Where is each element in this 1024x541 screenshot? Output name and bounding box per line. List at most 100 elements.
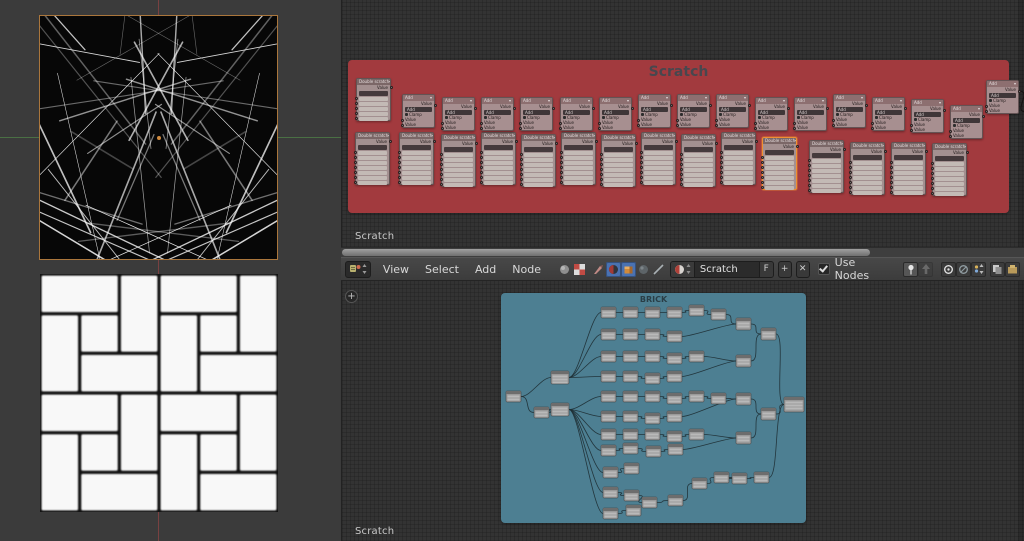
node-socket[interactable] <box>890 161 893 164</box>
node-socket[interactable] <box>480 171 483 174</box>
mini-node[interactable] <box>666 306 683 319</box>
viewport-3d[interactable] <box>0 0 341 541</box>
node-socket[interactable] <box>761 161 764 164</box>
node-socket[interactable] <box>720 181 723 184</box>
node-socket[interactable] <box>441 122 444 125</box>
math-add-node[interactable]: Add ▾ Value Add Clamp Value Value <box>480 97 516 131</box>
node-socket[interactable] <box>949 135 952 138</box>
node-socket[interactable] <box>600 183 603 186</box>
mini-node[interactable] <box>602 507 619 520</box>
node-socket[interactable] <box>680 163 683 166</box>
ghost-icon[interactable] <box>956 261 971 277</box>
mini-node[interactable] <box>644 306 661 319</box>
mini-node[interactable] <box>760 327 777 341</box>
node-socket[interactable] <box>931 172 934 175</box>
mini-node[interactable] <box>644 328 661 341</box>
mini-node[interactable] <box>600 390 617 403</box>
editor-type-button[interactable] <box>345 260 371 278</box>
node-socket[interactable] <box>640 181 643 184</box>
unlink-texture-button[interactable]: ✕ <box>795 260 810 278</box>
line-style-icon[interactable] <box>651 262 666 277</box>
node-socket[interactable] <box>826 107 829 110</box>
mini-node[interactable] <box>623 489 640 502</box>
node-socket[interactable] <box>600 178 603 181</box>
node-socket[interactable] <box>640 161 643 164</box>
node-socket[interactable] <box>513 107 516 110</box>
node-socket[interactable] <box>931 167 934 170</box>
node-socket[interactable] <box>680 183 683 186</box>
mini-node[interactable] <box>600 350 617 363</box>
brush-icon[interactable] <box>591 262 606 277</box>
mini-node[interactable] <box>622 328 639 341</box>
node-socket[interactable] <box>354 161 357 164</box>
math-add-node[interactable]: Add ▾ Value Add Clamp Value Value <box>715 94 751 128</box>
node-editor-bottom[interactable]: + BRICK Scratch <box>341 281 1024 541</box>
node-socket[interactable] <box>1018 90 1021 93</box>
node-socket[interactable] <box>475 142 478 145</box>
node-socket[interactable] <box>890 186 893 189</box>
node-socket[interactable] <box>480 181 483 184</box>
node-socket[interactable] <box>440 183 443 186</box>
node-socket[interactable] <box>600 168 603 171</box>
plug-icon[interactable] <box>971 261 986 277</box>
node-socket[interactable] <box>849 191 852 194</box>
node-socket[interactable] <box>865 104 868 107</box>
mini-node[interactable] <box>783 396 805 413</box>
mini-node[interactable] <box>602 486 619 499</box>
mini-node[interactable] <box>600 328 617 341</box>
double-scratch-group-node[interactable]: Double scratch▾ Value <box>355 78 393 121</box>
node-socket[interactable] <box>560 171 563 174</box>
double-scratch-group-node[interactable]: Double scratch▾ Value <box>890 142 928 195</box>
mini-node[interactable] <box>691 477 708 490</box>
mini-node[interactable] <box>735 392 752 406</box>
math-add-node[interactable]: Add ▾ Value Add Clamp Value Value <box>832 94 868 128</box>
menu-add[interactable]: Add <box>467 263 504 276</box>
node-socket[interactable] <box>808 189 811 192</box>
node-socket[interactable] <box>598 127 601 130</box>
node-socket[interactable] <box>600 163 603 166</box>
node-socket[interactable] <box>480 156 483 159</box>
parent-up-icon[interactable] <box>918 261 933 277</box>
math-add-node[interactable]: Add ▾ Value Add Clamp Value Value <box>754 97 790 131</box>
math-add-node[interactable]: Add ▾ Value Add Clamp Value Value <box>598 97 634 131</box>
node-socket[interactable] <box>440 168 443 171</box>
mini-node[interactable] <box>688 428 705 441</box>
snap-icon[interactable] <box>941 261 956 277</box>
node-socket[interactable] <box>910 129 913 132</box>
math-add-node[interactable]: Add ▾ Value Add Clamp Value Value <box>637 94 673 128</box>
mini-node[interactable] <box>760 407 777 421</box>
node-socket[interactable] <box>890 166 893 169</box>
node-socket[interactable] <box>637 119 640 122</box>
node-socket[interactable] <box>355 112 358 115</box>
mini-node[interactable] <box>600 444 617 457</box>
mini-node[interactable] <box>666 330 683 343</box>
node-socket[interactable] <box>631 107 634 110</box>
double-scratch-group-node[interactable]: Double scratch▾ Value <box>440 134 478 187</box>
node-socket[interactable] <box>555 142 558 145</box>
node-socket[interactable] <box>761 166 764 169</box>
menu-node[interactable]: Node <box>504 263 549 276</box>
paste-icon[interactable] <box>1005 261 1020 277</box>
double-scratch-group-node[interactable]: Double scratch▾ Value <box>720 132 758 185</box>
node-socket[interactable] <box>560 176 563 179</box>
math-add-node[interactable]: Add ▾ Value Add Clamp Value Value <box>559 97 595 131</box>
mini-node[interactable] <box>623 462 640 475</box>
node-socket[interactable] <box>720 151 723 154</box>
node-editor-top[interactable]: Scratch Double scratch▾ ValueDouble scra… <box>341 0 1024 247</box>
node-socket[interactable] <box>398 161 401 164</box>
node-socket[interactable] <box>398 181 401 184</box>
node-socket[interactable] <box>982 115 985 118</box>
node-socket[interactable] <box>676 124 679 127</box>
double-scratch-group-node[interactable]: Double scratch▾ Value <box>680 134 718 187</box>
node-socket[interactable] <box>398 151 401 154</box>
node-socket[interactable] <box>680 158 683 161</box>
mini-node[interactable] <box>600 410 617 423</box>
node-socket[interactable] <box>640 166 643 169</box>
node-socket[interactable] <box>515 140 518 143</box>
node-socket[interactable] <box>480 151 483 154</box>
math-add-node[interactable]: Add ▾ Value Add Clamp Value Value <box>985 80 1021 114</box>
mini-node[interactable] <box>644 350 661 363</box>
node-socket[interactable] <box>519 127 522 130</box>
mini-node[interactable] <box>666 392 683 405</box>
mini-node[interactable] <box>731 472 748 485</box>
